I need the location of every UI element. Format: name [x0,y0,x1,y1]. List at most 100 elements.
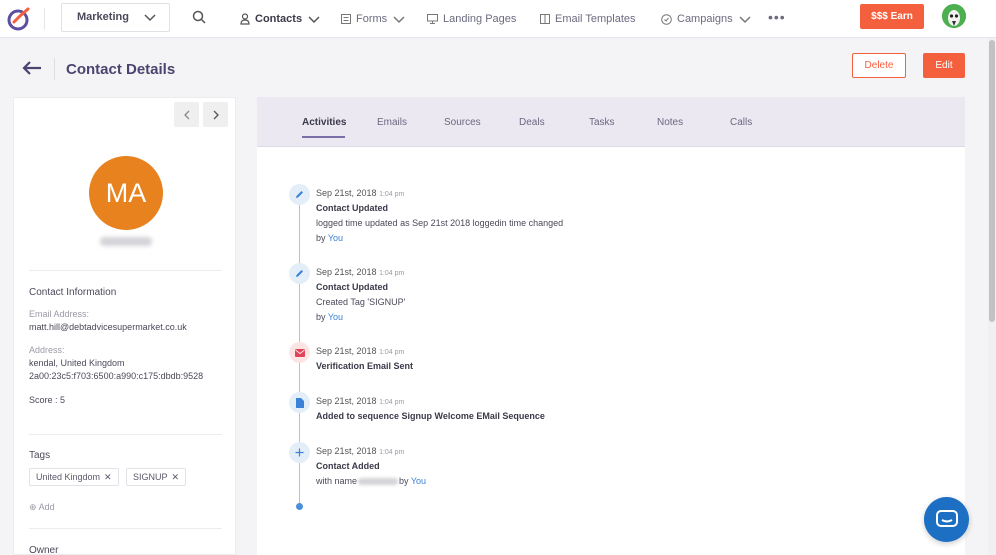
contact-profile-panel: MA Contact Information Email Address: ma… [13,97,236,555]
contact-avatar: MA [89,156,163,230]
top-navbar: Marketing Contacts Forms Landing Pages E… [0,0,996,38]
timeline-entry-icon [289,392,310,413]
timeline-author: by You [316,312,344,322]
search-icon[interactable] [192,10,206,24]
add-tag-button[interactable]: ⊕ Add [29,502,55,513]
edit-button[interactable]: Edit [923,53,965,78]
user-avatar[interactable] [942,4,966,28]
address-line-2: 2a00:23c5:f703:6500:a990:c175:dbdb:9528 [29,371,204,381]
nav-divider [44,8,45,30]
timeline-date: Sep 21st, 2018 1:04 pm [316,346,405,356]
owner-heading: Owner [29,545,59,555]
section-divider [29,434,222,435]
plus-circle-icon: ⊕ [29,502,37,512]
active-tab-indicator [302,136,345,138]
email-value: matt.hill@debtadvicesupermarket.co.uk [29,322,187,332]
score-value: Score : 5 [29,395,66,405]
scrollbar-thumb[interactable] [989,40,995,322]
chevron-right-icon [213,110,219,119]
author-link[interactable]: You [411,476,426,486]
timeline-text: Created Tag 'SIGNUP' [316,297,406,307]
timeline-text: logged time updated as Sep 21st 2018 log… [316,218,564,228]
pencil-icon [296,191,303,198]
chat-icon [935,509,958,527]
timeline-entry-icon [289,263,310,284]
nav-item-landing-pages[interactable]: Landing Pages [427,10,516,28]
chevron-down-icon [144,14,156,22]
timeline-author: by You [316,233,344,243]
envelope-icon [294,348,305,357]
tags-heading: Tags [29,450,51,461]
timeline-title: Verification Email Sent [316,361,414,371]
timeline-end-dot [296,503,303,510]
section-divider [29,528,222,529]
tag-label: SIGNUP [133,472,168,482]
campaign-icon [661,13,672,25]
previous-contact-button[interactable] [174,102,199,127]
plus-icon [295,448,304,457]
redacted-name [358,478,399,486]
timeline-title: Contact Updated [316,203,388,213]
tab-calls[interactable]: Calls [730,117,752,128]
timeline-title: Contact Added [316,461,380,471]
tab-bar: Activities Emails Sources Deals Tasks No… [257,97,965,147]
timeline-title: Contact Updated [316,282,388,292]
page-title: Contact Details [66,61,176,78]
tab-tasks[interactable]: Tasks [589,117,615,128]
back-arrow-icon[interactable] [22,61,42,75]
add-tag-label: Add [38,502,55,512]
chevron-down-icon [739,16,751,24]
monitor-icon [427,14,438,24]
form-icon [341,14,351,24]
tag-chip: United Kingdom ✕ [29,468,119,486]
tab-emails[interactable]: Emails [377,117,407,128]
nav-item-contacts[interactable]: Contacts [240,10,321,28]
remove-tag-icon[interactable]: ✕ [104,472,112,483]
more-menu-button[interactable]: ••• [768,9,786,25]
nav-item-forms[interactable]: Forms [341,10,406,28]
remove-tag-icon[interactable]: ✕ [172,472,180,483]
document-icon [295,397,304,408]
nav-item-label: Campaigns [677,13,733,25]
page-scrollbar[interactable] [988,38,996,555]
user-icon [240,13,250,25]
chevron-down-icon [393,16,405,24]
email-label: Email Address: [29,309,90,319]
address-line-1: kendal, United Kingdom [29,358,125,368]
tab-activities[interactable]: Activities [302,117,346,128]
timeline-date: Sep 21st, 2018 1:04 pm [316,267,405,277]
nav-item-email-templates[interactable]: Email Templates [540,10,636,28]
chat-launcher-button[interactable] [924,497,969,542]
tag-chip: SIGNUP ✕ [126,468,187,486]
nav-item-label: Landing Pages [443,13,517,25]
delete-button[interactable]: Delete [852,53,906,78]
app-logo[interactable] [6,6,32,32]
chevron-left-icon [183,110,189,119]
app-switcher-select[interactable]: Marketing [61,3,170,32]
timeline-date: Sep 21st, 2018 1:04 pm [316,396,405,406]
app-switcher-label: Marketing [77,11,129,23]
nav-item-campaigns[interactable]: Campaigns [661,10,752,28]
tab-sources[interactable]: Sources [444,117,481,128]
nav-item-label: Contacts [255,13,303,25]
tag-label: United Kingdom [36,472,101,482]
tab-deals[interactable]: Deals [519,117,545,128]
pencil-icon [296,270,303,277]
chevron-down-icon [308,16,320,24]
timeline-entry-icon [289,184,310,205]
tab-notes[interactable]: Notes [657,117,683,128]
nav-item-label: Forms [356,13,388,25]
user-avatar-image [942,4,966,28]
timeline-entry-icon [289,442,310,463]
template-icon [540,14,550,24]
timeline-title: Added to sequence Signup Welcome EMail S… [316,411,545,421]
earn-button[interactable]: $$$ Earn [860,4,924,29]
contact-name-redacted [100,237,152,246]
timeline-date: Sep 21st, 2018 1:04 pm [316,188,405,198]
contact-info-heading: Contact Information [29,287,117,298]
author-link[interactable]: You [328,233,343,243]
timeline-text: with name by You [316,476,427,486]
author-link[interactable]: You [328,312,343,322]
next-contact-button[interactable] [203,102,228,127]
nav-item-label: Email Templates [555,13,636,25]
